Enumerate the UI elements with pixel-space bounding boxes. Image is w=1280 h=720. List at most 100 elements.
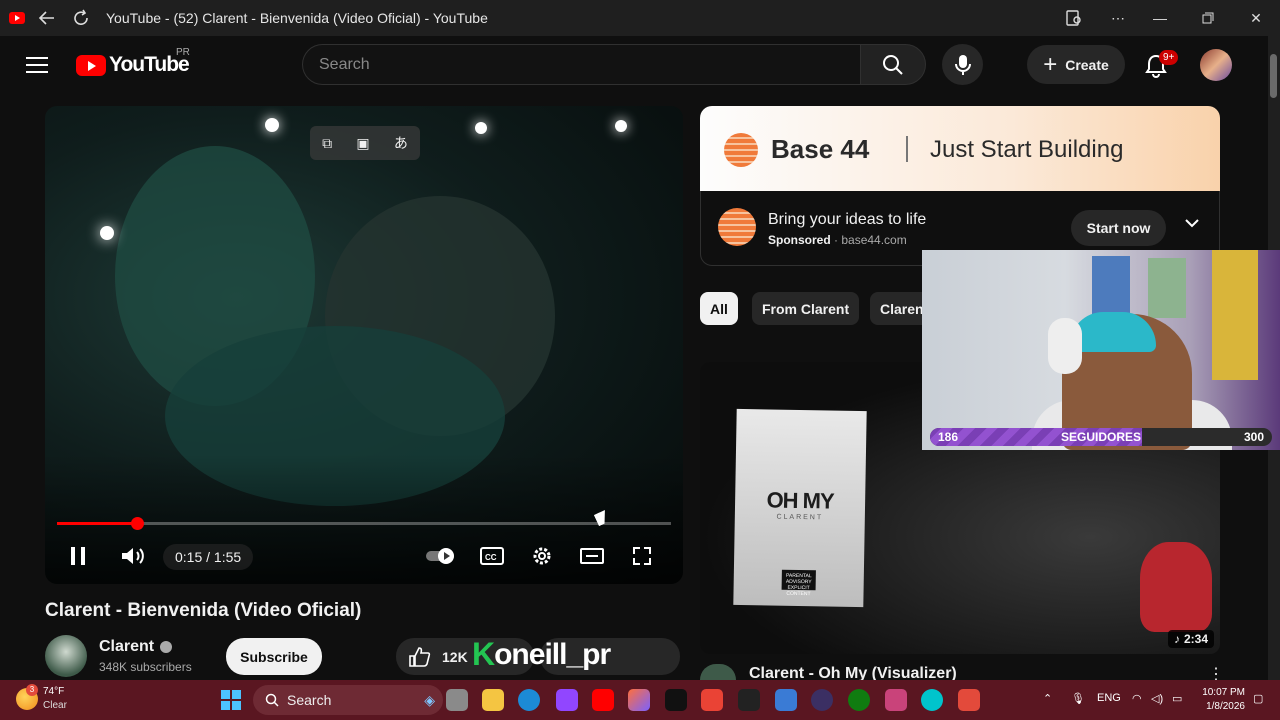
- video-player[interactable]: ⧉ ▣ あ 0:15 / 1:55 CC: [45, 106, 683, 584]
- headphones: [1048, 318, 1082, 374]
- follower-goal-bar: SEGUIDORES 186 300: [930, 428, 1272, 446]
- notification-center-icon[interactable]: ▢: [1253, 692, 1263, 705]
- ad-banner[interactable]: Base 44 Just Start Building: [700, 106, 1220, 191]
- create-button[interactable]: + Create: [1027, 45, 1125, 84]
- subscribe-button[interactable]: Subscribe: [226, 638, 322, 675]
- voice-search-button[interactable]: [942, 44, 983, 85]
- chip-from-clarent[interactable]: From Clarent: [752, 292, 860, 325]
- visual-search-icon[interactable]: ▣: [356, 135, 369, 152]
- popout-icon[interactable]: ⧉: [322, 135, 332, 152]
- search-input[interactable]: Search: [302, 44, 860, 85]
- stage-light: [265, 118, 279, 132]
- menu-icon[interactable]: [26, 57, 48, 73]
- search-icon: [883, 54, 903, 75]
- volume-button[interactable]: [119, 543, 147, 569]
- minimize-button[interactable]: —: [1136, 0, 1184, 36]
- wall-poster: [1148, 258, 1186, 318]
- cover-artist: CLARENT: [776, 513, 824, 522]
- volume-tray-icon[interactable]: ◁): [1151, 692, 1163, 705]
- notifications-badge: 9+: [1159, 50, 1179, 65]
- clock-time: 10:07 PM: [1202, 687, 1245, 698]
- overlay-toolbar: ⧉ ▣ あ: [310, 126, 420, 160]
- ad-tagline: Just Start Building: [930, 136, 1124, 163]
- subscriber-count: 348K subscribers: [99, 660, 192, 674]
- clock-date: 1/8/2026: [1206, 701, 1245, 712]
- channel-avatar[interactable]: [45, 635, 87, 677]
- windows-start-icon[interactable]: [221, 690, 241, 710]
- tray-overflow-icon[interactable]: ⌃: [1043, 692, 1052, 705]
- wifi-icon[interactable]: ◠: [1132, 692, 1142, 705]
- obs-icon[interactable]: [811, 689, 833, 711]
- app-actions-icon[interactable]: [1050, 0, 1098, 36]
- edge-icon[interactable]: [518, 689, 540, 711]
- verified-icon: [160, 641, 173, 653]
- translate-icon[interactable]: あ: [394, 133, 408, 153]
- canva-icon[interactable]: [921, 689, 943, 711]
- captions-button[interactable]: CC: [479, 543, 505, 569]
- ad-meta: Sponsored · base44.com: [768, 233, 907, 247]
- volume-icon: [122, 548, 144, 564]
- language-indicator[interactable]: ENG: [1097, 692, 1121, 704]
- window-title: YouTube - (52) Clarent - Bienvenida (Vid…: [106, 10, 488, 26]
- channel-name[interactable]: Clarent: [99, 638, 173, 656]
- close-window-button[interactable]: ✕: [1232, 0, 1280, 36]
- streamer-watermark: K oneill_pr: [472, 636, 611, 673]
- back-icon[interactable]: [32, 0, 62, 36]
- ad-headline: Bring your ideas to life: [768, 211, 927, 228]
- store-icon[interactable]: [775, 689, 797, 711]
- tray-mic-icon[interactable]: 🎙: [1071, 692, 1085, 705]
- battery-icon[interactable]: ▭: [1172, 692, 1182, 705]
- autoplay-toggle[interactable]: [425, 543, 457, 569]
- pause-button[interactable]: [67, 543, 89, 569]
- page-scrollbar-thumb[interactable]: [1270, 54, 1277, 98]
- xbox-icon[interactable]: [848, 689, 870, 711]
- weather-badge: 3: [26, 684, 38, 696]
- album-cover: OH MY CLARENT PARENTAL ADVISORY EXPLICIT…: [733, 408, 867, 608]
- youtube-favicon-icon: [2, 0, 32, 36]
- duration-text: 2:34: [1184, 632, 1209, 646]
- tiktok-icon[interactable]: [665, 689, 687, 711]
- twitch-icon[interactable]: [556, 689, 578, 711]
- youtube-taskbar-icon[interactable]: [592, 689, 614, 711]
- refresh-icon[interactable]: [66, 0, 96, 36]
- sponsored-ad[interactable]: Base 44 Just Start Building Bring your i…: [700, 106, 1220, 266]
- camera-icon[interactable]: [885, 689, 907, 711]
- chip-all[interactable]: All: [700, 292, 738, 325]
- recommended-channel-avatar[interactable]: [700, 664, 736, 680]
- theater-mode-button[interactable]: [579, 543, 605, 569]
- gmail-icon[interactable]: [701, 689, 723, 711]
- search-highlight-icon: ◈: [424, 691, 435, 708]
- office-icon[interactable]: [628, 689, 650, 711]
- streamer-webcam: SEGUIDORES 186 300: [922, 250, 1280, 450]
- stage-light: [615, 120, 627, 132]
- chevron-down-icon[interactable]: [1184, 215, 1200, 233]
- time-display: 0:15 / 1:55: [163, 544, 254, 570]
- microphone-icon: [954, 54, 971, 75]
- taskbar-search[interactable]: Search ◈: [253, 685, 443, 715]
- task-view-icon[interactable]: [446, 689, 468, 711]
- progress-scrubber[interactable]: [130, 517, 144, 530]
- more-options-icon[interactable]: ⋯: [1094, 0, 1142, 36]
- ad-divider: [906, 136, 908, 162]
- advertiser-icon: [718, 208, 756, 246]
- ad-brand: Base 44: [771, 134, 870, 164]
- file-explorer-icon[interactable]: [482, 689, 504, 711]
- region-code: PR: [176, 47, 190, 58]
- search-button[interactable]: [860, 44, 926, 85]
- fullscreen-button[interactable]: [629, 543, 655, 569]
- system-clock[interactable]: 10:07 PM 1/8/2026: [1197, 686, 1245, 714]
- ad-cta-button[interactable]: Start now: [1071, 210, 1166, 246]
- settings-gear-icon: [533, 547, 551, 565]
- wall-poster: [1092, 256, 1130, 316]
- video-title: Clarent - Bienvenida (Video Oficial): [45, 600, 362, 621]
- account-avatar[interactable]: [1200, 49, 1232, 81]
- windows-taskbar: 3 74°F Clear Search ◈ ⌃ 🎙 ENG ◠ ◁) ▭ 10:…: [0, 680, 1280, 720]
- capcut-icon[interactable]: [738, 689, 760, 711]
- progress-played: [57, 522, 137, 525]
- restore-button[interactable]: [1184, 0, 1232, 36]
- discord-like-icon[interactable]: [958, 689, 980, 711]
- progress-track[interactable]: [57, 522, 671, 525]
- settings-button[interactable]: [529, 543, 555, 569]
- youtube-logo[interactable]: YouTube PR: [76, 47, 190, 77]
- youtube-header: YouTube PR Search + Create 9+: [0, 36, 1268, 94]
